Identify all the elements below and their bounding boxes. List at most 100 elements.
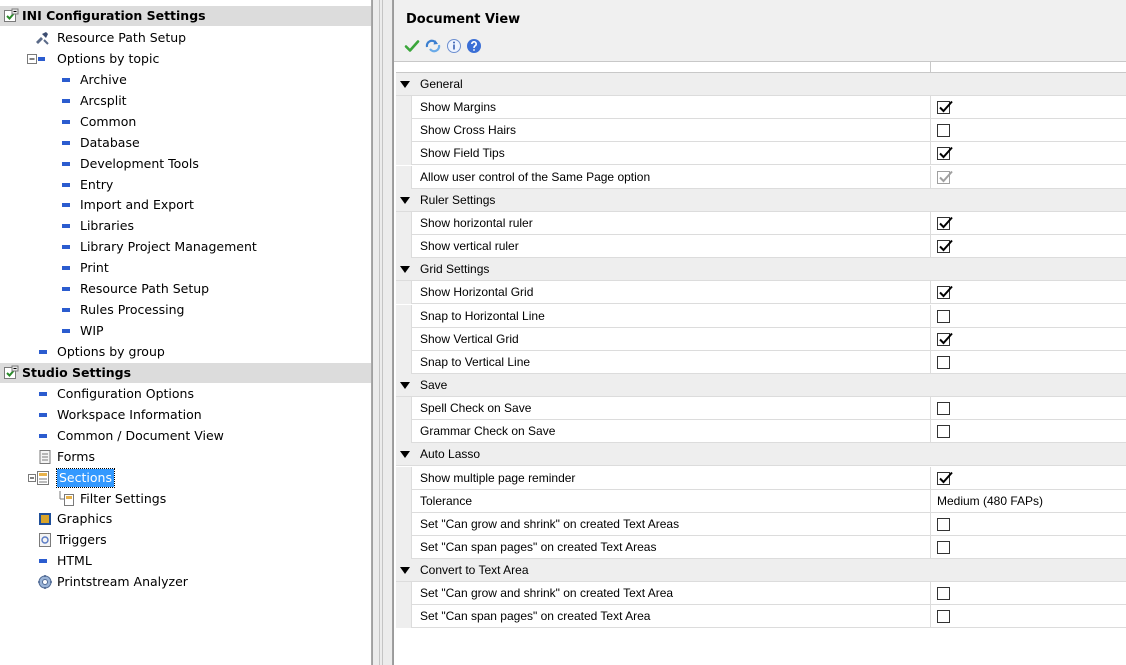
tree-item-studio[interactable]: Triggers	[0, 530, 371, 550]
tree-item-topic[interactable]: Library Project Management	[0, 237, 371, 257]
property-checkbox[interactable]	[937, 286, 953, 300]
property-checkbox[interactable]	[937, 239, 953, 254]
property-checkbox[interactable]	[937, 332, 953, 346]
property-checkbox[interactable]	[937, 425, 950, 439]
column-divider	[930, 304, 931, 328]
row-gutter	[396, 466, 412, 490]
splitter[interactable]	[372, 0, 393, 665]
row-gutter	[396, 142, 412, 166]
tree-item-topic[interactable]: Import and Export	[0, 195, 371, 215]
property-checkbox[interactable]	[937, 147, 953, 161]
tree-item-label: Filter Settings	[80, 490, 167, 506]
grid-property-row[interactable]: Tolerance Medium (480 FAPs)	[396, 489, 1126, 513]
tree-item-label: Database	[80, 134, 140, 150]
grid-property-row[interactable]: Snap to Horizontal Line	[396, 304, 1126, 328]
expand-triangle-icon[interactable]	[400, 196, 410, 204]
tree-item-topic[interactable]: Database	[0, 133, 371, 153]
tree-item-studio[interactable]: Workspace Information	[0, 405, 371, 425]
tree-item-studio[interactable]: Graphics	[0, 509, 371, 529]
property-checkbox[interactable]	[937, 471, 953, 485]
ini-config-header[interactable]: INI Configuration Settings	[0, 6, 371, 26]
property-checkbox[interactable]	[937, 100, 953, 115]
collapse-icon[interactable]	[3, 365, 19, 381]
expand-triangle-icon[interactable]	[400, 451, 410, 459]
grid-property-row[interactable]: Show Vertical Grid	[396, 327, 1126, 351]
grid-property-row[interactable]: Set "Can grow and shrink" on created Tex…	[396, 582, 1126, 606]
column-divider	[930, 397, 931, 421]
tree-item-topic[interactable]: WIP	[0, 321, 371, 341]
grid-property-row[interactable]: Set "Can span pages" on created Text Are…	[396, 605, 1126, 629]
tree-item-studio[interactable]: Filter Settings	[0, 489, 371, 509]
tree-item-studio[interactable]: HTML	[0, 551, 371, 571]
tree-item-options-by-group[interactable]: Options by group	[0, 342, 371, 362]
analyzer-icon	[37, 574, 53, 590]
tree-item-studio[interactable]: Forms	[0, 447, 371, 467]
tree-item-label: Development Tools	[80, 155, 199, 171]
refresh-icon[interactable]	[424, 38, 441, 54]
grid-column-header	[396, 62, 1126, 73]
grid-category[interactable]: Save	[396, 373, 1126, 397]
tree-item-options-by-topic[interactable]: Options by topic	[0, 49, 371, 69]
triggers-icon	[37, 532, 53, 548]
grid-property-row[interactable]: Show horizontal ruler	[396, 211, 1126, 235]
info-icon[interactable]	[446, 38, 462, 54]
apply-icon[interactable]	[404, 38, 420, 54]
tree-item-label: WIP	[80, 322, 104, 338]
column-divider[interactable]	[930, 62, 931, 73]
tree-item-topic[interactable]: Entry	[0, 175, 371, 195]
grid-property-row[interactable]: Allow user control of the Same Page opti…	[396, 165, 1126, 189]
tree-item-studio[interactable]: Common / Document View	[0, 426, 371, 446]
tree-item-topic[interactable]: Development Tools	[0, 154, 371, 174]
tree-item-topic[interactable]: Rules Processing	[0, 300, 371, 320]
grid-category[interactable]: Grid Settings	[396, 258, 1126, 282]
bullet-icon	[37, 407, 53, 423]
property-checkbox[interactable]	[937, 402, 950, 416]
expand-triangle-icon[interactable]	[400, 266, 410, 274]
tree-item-topic[interactable]: Libraries	[0, 216, 371, 236]
sections-icon	[28, 470, 54, 486]
property-checkbox[interactable]	[937, 355, 950, 369]
tree-item-topic[interactable]: Common	[0, 112, 371, 132]
tree-item-topic[interactable]: Print	[0, 258, 371, 278]
expand-triangle-icon[interactable]	[400, 381, 410, 389]
grid-property-row[interactable]: Grammar Check on Save	[396, 420, 1126, 444]
tree-item-label: Resource Path Setup	[57, 30, 187, 45]
grid-property-row[interactable]: Show vertical ruler	[396, 235, 1126, 259]
tree-item-topic[interactable]: Archive	[0, 70, 371, 90]
property-value[interactable]: Medium (480 FAPs)	[937, 490, 1043, 513]
grid-property-row[interactable]: Show Field Tips	[396, 142, 1126, 166]
grid-property-row[interactable]: Show Horizontal Grid	[396, 281, 1126, 305]
property-checkbox[interactable]	[937, 610, 950, 624]
grid-property-row[interactable]: Set "Can grow and shrink" on created Tex…	[396, 512, 1126, 536]
property-checkbox[interactable]	[937, 541, 950, 554]
tree-item-studio[interactable]: Printstream Analyzer	[0, 572, 371, 592]
grid-property-row[interactable]: Show Cross Hairs	[396, 119, 1126, 143]
grid-category[interactable]: Convert to Text Area	[396, 559, 1126, 583]
collapse-icon[interactable]	[3, 8, 19, 24]
row-gutter	[396, 304, 412, 328]
grid-category[interactable]: General	[396, 73, 1126, 96]
tree-item-studio[interactable]: Sections	[0, 467, 371, 488]
grid-property-row[interactable]: Snap to Vertical Line	[396, 350, 1126, 374]
grid-category[interactable]: Ruler Settings	[396, 188, 1126, 212]
grid-category[interactable]: Auto Lasso	[396, 443, 1126, 467]
expand-triangle-icon[interactable]	[400, 567, 410, 575]
property-checkbox[interactable]	[937, 309, 950, 323]
grid-property-row[interactable]: Show multiple page reminder	[396, 466, 1126, 490]
expand-triangle-icon[interactable]	[400, 81, 410, 88]
collapse-minus-icon[interactable]	[26, 51, 45, 67]
property-checkbox[interactable]	[937, 517, 950, 531]
tree-item-studio[interactable]: Configuration Options	[0, 384, 371, 404]
grid-property-row[interactable]: Set "Can span pages" on created Text Are…	[396, 536, 1126, 559]
property-checkbox[interactable]	[937, 587, 950, 601]
grid-property-row[interactable]: Show Margins	[396, 96, 1126, 120]
tree-item-topic[interactable]: Arcsplit	[0, 91, 371, 111]
property-checkbox[interactable]	[937, 216, 953, 230]
studio-settings-header[interactable]: Studio Settings	[0, 363, 371, 383]
tree-item-resource-path-setup[interactable]: Resource Path Setup	[0, 28, 371, 48]
property-label: Set "Can span pages" on created Text Are…	[420, 609, 651, 624]
property-checkbox[interactable]	[937, 124, 950, 138]
grid-property-row[interactable]: Spell Check on Save	[396, 397, 1126, 421]
help-icon[interactable]	[466, 38, 482, 54]
tree-item-topic[interactable]: Resource Path Setup	[0, 279, 371, 299]
